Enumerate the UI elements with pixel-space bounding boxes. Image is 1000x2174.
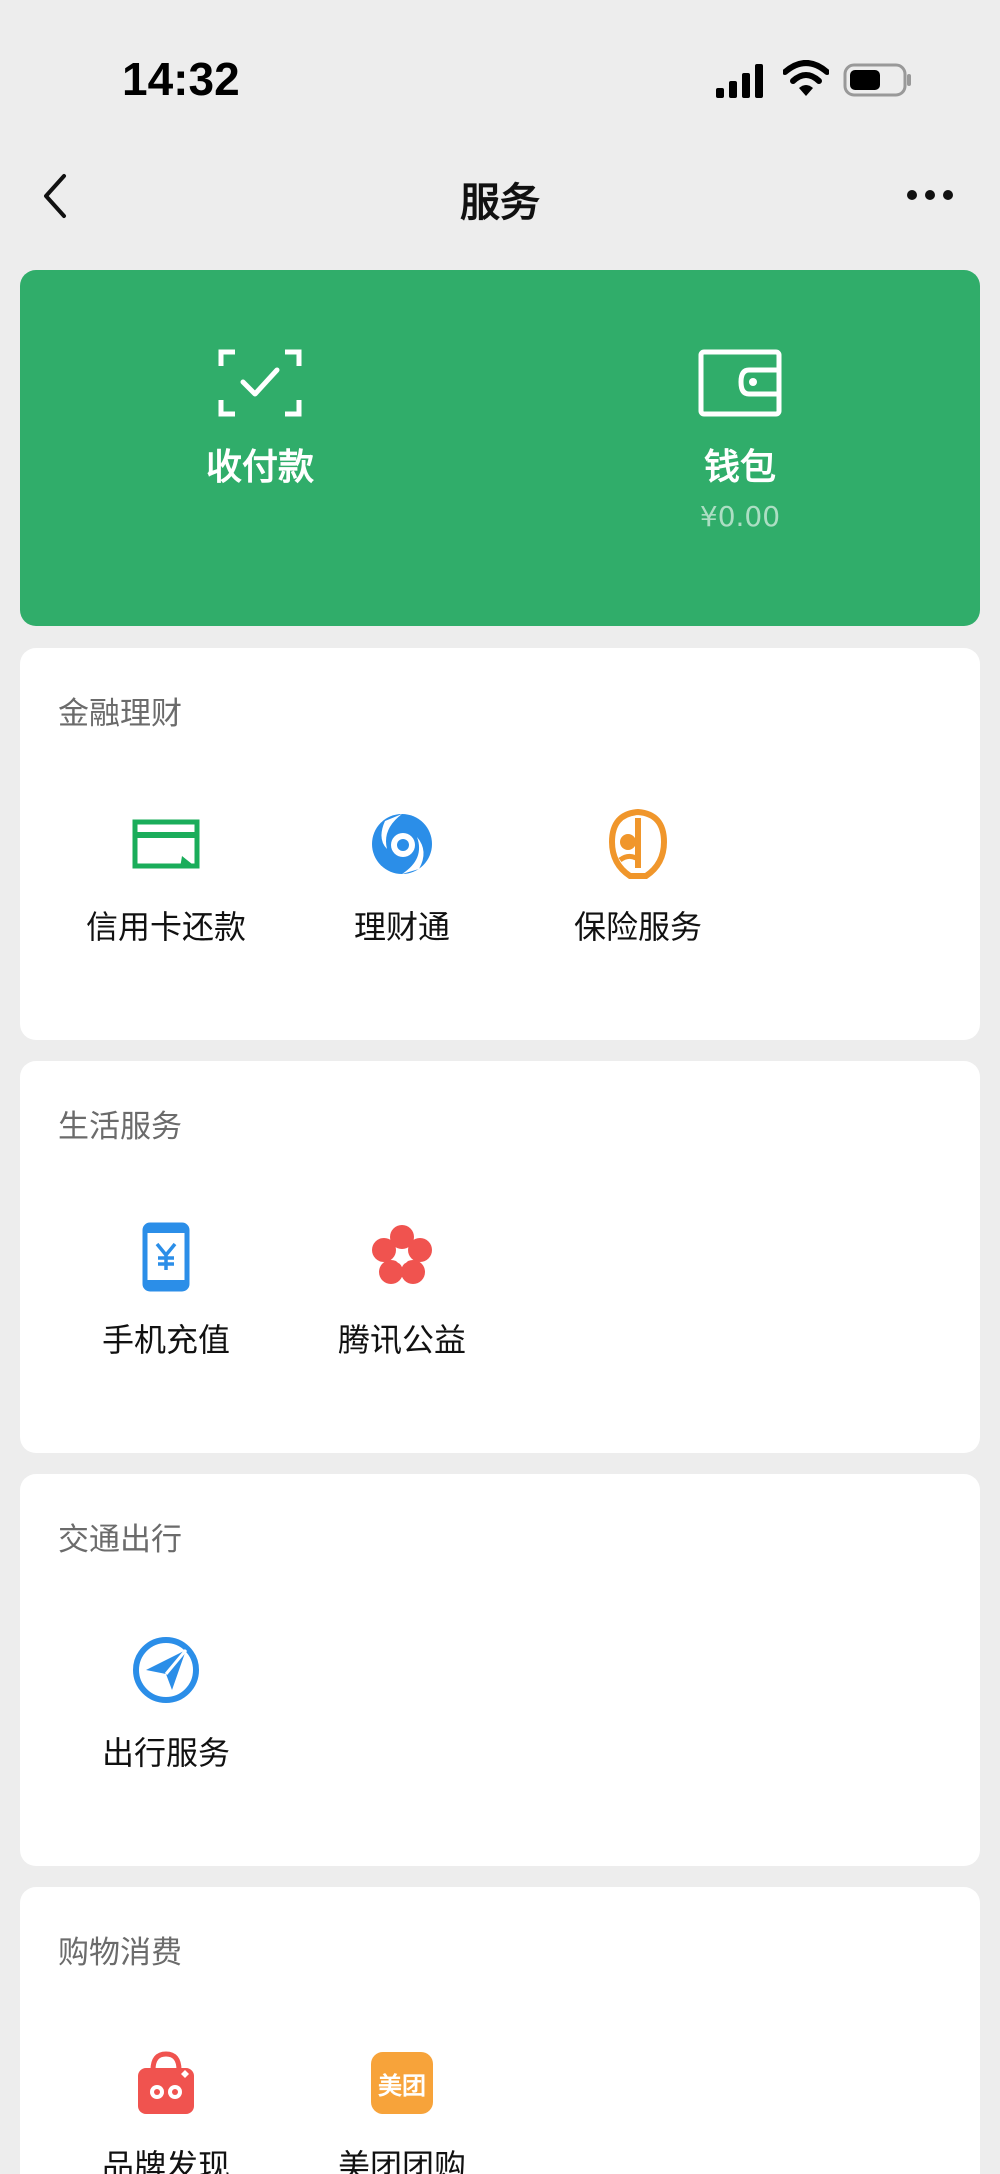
grid-item-label: 信用卡还款 — [85, 908, 246, 946]
receive-pay-label: 收付款 — [205, 447, 314, 488]
meituan-icon-text: 美团 — [371, 2052, 433, 2114]
section-transport: 交通出行 出行服务 — [20, 1474, 980, 1866]
section-life: 生活服务 手机充值 腾讯公益 — [20, 1061, 980, 1453]
grid-item-label: 保险服务 — [573, 908, 702, 946]
grid-item-label: 腾讯公益 — [337, 1321, 466, 1359]
signal-icon — [716, 64, 763, 98]
section-finance: 金融理财 信用卡还款 理财通 保险服务 — [20, 648, 980, 1040]
pay-card: 收付款 钱包 ¥0.00 — [20, 270, 980, 626]
wifi-icon — [783, 60, 829, 96]
status-bar: 14:32 — [0, 0, 1000, 150]
shopping-bag-icon — [130, 2047, 202, 2119]
services-page: 14:32 服务 收付款 钱包 ¥0.00 金融理财 信用卡还款 理财通 保险服… — [0, 0, 1000, 2174]
navigation-arrow-icon — [130, 1634, 202, 1706]
section-title: 交通出行 — [58, 1522, 182, 1558]
grid-item-label: 理财通 — [353, 908, 450, 946]
wallet-icon — [698, 349, 782, 417]
credit-card-icon — [130, 808, 202, 880]
travel-service-item[interactable]: 出行服务 — [48, 1634, 284, 1784]
grid-item-label: 出行服务 — [101, 1734, 230, 1772]
credit-card-repay-item[interactable]: 信用卡还款 — [48, 808, 284, 958]
section-title: 金融理财 — [58, 696, 182, 732]
wealth-icon — [366, 808, 438, 880]
page-title: 服务 — [460, 180, 540, 226]
nav-bar: 服务 — [0, 150, 1000, 270]
insurance-icon — [602, 808, 674, 880]
section-shopping: 购物消费 品牌发现 美团 美团团购 — [20, 1887, 980, 2174]
wallet-label: 钱包 — [703, 447, 776, 488]
charity-flower-icon — [366, 1221, 438, 1293]
battery-icon — [843, 63, 911, 97]
section-title: 生活服务 — [58, 1109, 182, 1145]
phone-topup-icon — [130, 1221, 202, 1293]
wealth-management-item[interactable]: 理财通 — [284, 808, 520, 958]
wallet-balance: ¥0.00 — [699, 500, 781, 533]
phone-topup-item[interactable]: 手机充值 — [48, 1221, 284, 1371]
more-icon[interactable] — [905, 180, 955, 210]
receive-pay-button[interactable]: 收付款 — [20, 270, 500, 626]
scan-check-icon — [218, 349, 302, 417]
insurance-item[interactable]: 保险服务 — [520, 808, 756, 958]
grid-item-label: 美团团购 — [337, 2147, 466, 2174]
brand-discovery-item[interactable]: 品牌发现 — [48, 2047, 284, 2174]
section-title: 购物消费 — [58, 1935, 182, 1971]
wallet-button[interactable]: 钱包 ¥0.00 — [500, 270, 980, 626]
grid-item-label: 手机充值 — [101, 1321, 230, 1359]
grid-item-label: 品牌发现 — [101, 2147, 230, 2174]
tencent-charity-item[interactable]: 腾讯公益 — [284, 1221, 520, 1371]
meituan-icon: 美团 — [366, 2047, 438, 2119]
status-time: 14:32 — [122, 53, 240, 105]
meituan-group-buy-item[interactable]: 美团 美团团购 — [284, 2047, 520, 2174]
